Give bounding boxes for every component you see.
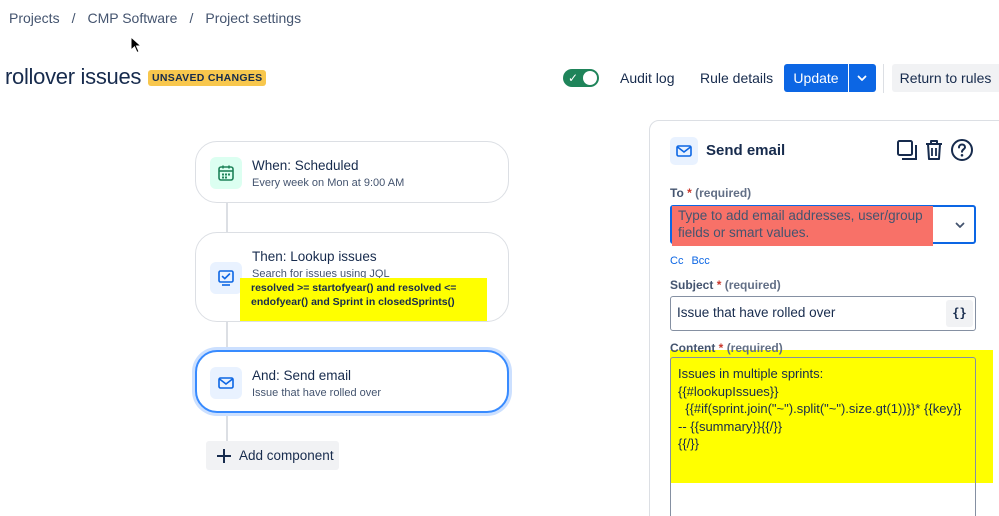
return-to-rules-button[interactable]: Return to rules (892, 64, 999, 92)
rule-enabled-toggle[interactable]: ✓ (563, 69, 599, 87)
update-dropdown-button[interactable] (849, 64, 876, 92)
breadcrumb-project-settings[interactable]: Project settings (205, 10, 301, 26)
required-text: (required) (695, 186, 752, 200)
required-mark: * (687, 186, 692, 200)
to-label-text: To (670, 186, 684, 200)
audit-log-button[interactable]: Audit log (620, 65, 674, 92)
required-mark: * (716, 278, 722, 292)
trigger-card[interactable]: When: Scheduled Every week on Mon at 9:0… (195, 141, 509, 203)
lookup-jql: resolved >= startofyear() and resolved <… (251, 282, 457, 308)
content-label: Content * (required) (670, 341, 783, 355)
to-label: To * (required) (670, 186, 751, 200)
breadcrumb-projects[interactable]: Projects (9, 10, 60, 26)
add-component-button[interactable]: Add component (206, 441, 339, 470)
update-button[interactable]: Update (784, 64, 848, 92)
add-component-label: Add component (239, 448, 334, 463)
trigger-subtitle: Every week on Mon at 9:00 AM (252, 177, 405, 189)
mail-icon (670, 137, 698, 165)
required-text: (required) (726, 341, 783, 355)
content-value: Issues in multiple sprints: {{#lookupIss… (678, 366, 962, 451)
mouse-cursor-icon (130, 36, 143, 54)
calendar-icon (210, 157, 242, 189)
toggle-knob (583, 71, 597, 85)
subject-label: Subject * (required) (670, 278, 781, 292)
plus-icon (217, 448, 231, 463)
flow-connector (226, 413, 228, 441)
required-mark: * (718, 341, 724, 355)
required-text: (required) (724, 278, 781, 292)
trigger-title: When: Scheduled (252, 158, 359, 173)
to-placeholder: Type to add email addresses, user/group … (678, 208, 923, 240)
breadcrumb-separator: / (71, 10, 76, 26)
chevron-down-icon (857, 75, 867, 81)
header-divider (883, 64, 884, 93)
chevron-down-icon[interactable] (954, 219, 966, 231)
subject-value: Issue that have rolled over (677, 305, 836, 320)
check-icon: ✓ (568, 71, 579, 85)
panel-title: Send email (706, 142, 786, 159)
send-email-title: And: Send email (252, 368, 352, 383)
content-label-text: Content (670, 341, 716, 355)
lookup-icon (210, 262, 242, 294)
cc-bcc-links: Cc Bcc (670, 255, 718, 267)
unsaved-changes-badge: UNSAVED CHANGES (148, 70, 267, 86)
breadcrumb: Projects / CMP Software / Project settin… (9, 10, 301, 26)
mail-icon (210, 367, 242, 399)
delete-icon[interactable] (922, 138, 946, 162)
breadcrumb-separator: / (189, 10, 194, 26)
rule-details-button[interactable]: Rule details (700, 65, 773, 92)
send-email-card[interactable]: And: Send email Issue that have rolled o… (195, 350, 509, 413)
bcc-link[interactable]: Bcc (691, 255, 709, 267)
breadcrumb-cmp-software[interactable]: CMP Software (87, 10, 177, 26)
flow-connector (226, 322, 228, 350)
help-icon[interactable] (950, 138, 974, 162)
page-title: rollover issues (5, 64, 142, 89)
send-email-subtitle: Issue that have rolled over (252, 387, 382, 399)
flow-connector (226, 203, 228, 232)
cc-link[interactable]: Cc (670, 255, 683, 267)
subject-label-text: Subject (670, 278, 714, 292)
smart-values-button[interactable]: {} (946, 300, 973, 327)
duplicate-icon[interactable] (895, 138, 919, 162)
lookup-title: Then: Lookup issues (252, 249, 377, 264)
